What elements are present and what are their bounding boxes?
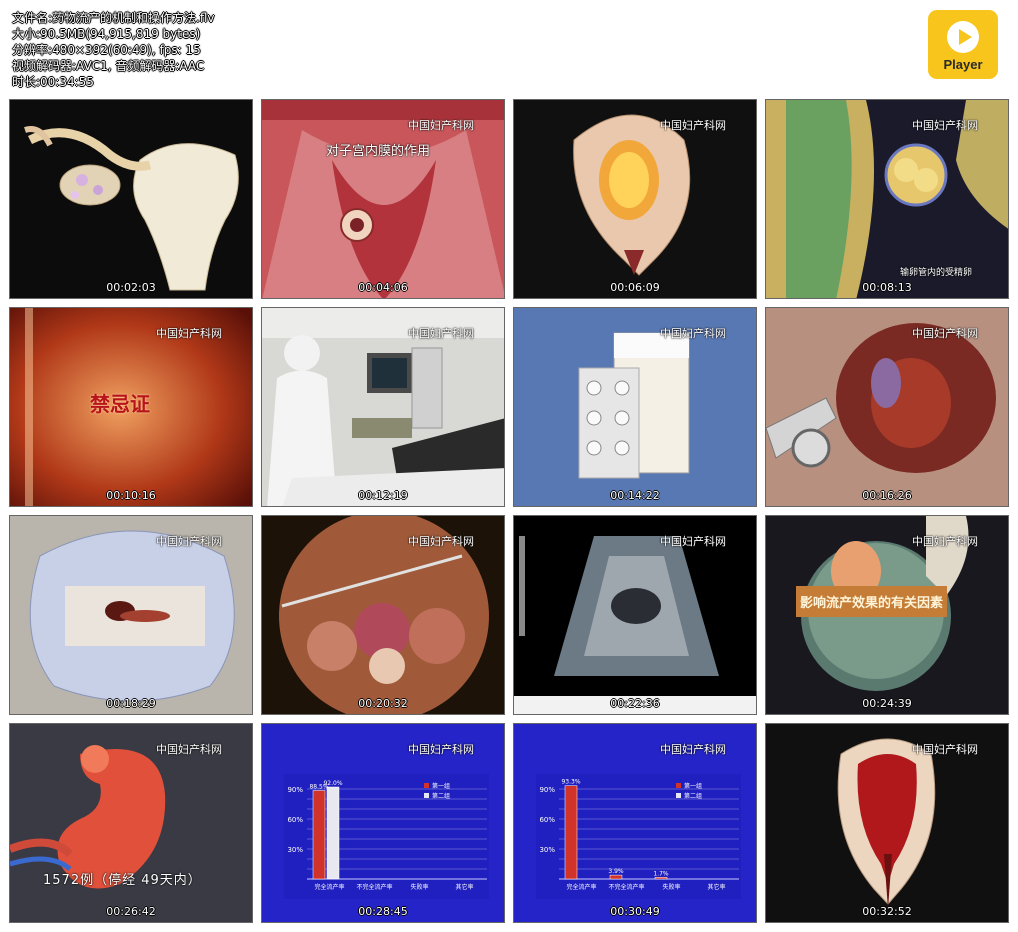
- legend-label: 第二组: [432, 792, 450, 800]
- x-category-label: 不完全流产率: [356, 883, 392, 891]
- file-size-text: 大小:90.5MB(94,915,819 bytes): [12, 27, 201, 41]
- thumbnail-11[interactable]: 中国妇产科网 00:22:36: [513, 515, 757, 715]
- legend-swatch: [676, 783, 681, 788]
- thumbnail-9[interactable]: 中国妇产科网 00:18:29: [9, 515, 253, 715]
- frame-caption: 1572例（停经 49天内）: [43, 873, 202, 888]
- thumbnail-timestamp: 00:24:39: [862, 697, 912, 710]
- watermark: 中国妇产科网: [660, 327, 726, 340]
- x-category-label: 完全流产率: [314, 883, 344, 891]
- thumbnail-13[interactable]: 中国妇产科网 1572例（停经 49天内） 00:26:42: [9, 723, 253, 923]
- thumbnail-timestamp: 00:06:09: [610, 281, 660, 294]
- chart-bar: [312, 790, 326, 880]
- watermark: 中国妇产科网: [156, 535, 222, 548]
- watermark: 中国妇产科网: [660, 743, 726, 756]
- x-category-label: 不完全流产率: [608, 883, 644, 891]
- thumbnail-10[interactable]: 中国妇产科网 00:20:32: [261, 515, 505, 715]
- thumbnail-timestamp: 00:30:49: [610, 905, 660, 918]
- legend-label: 第一组: [684, 782, 702, 790]
- file-name-text: 文件名:药物流产的机制和操作方法.flv: [12, 11, 215, 25]
- chart-bar: [609, 874, 623, 880]
- chart-bar: [326, 786, 340, 880]
- legend-swatch: [424, 783, 429, 788]
- bar-value-label: 1.7%: [653, 870, 669, 877]
- play-icon: [947, 21, 979, 53]
- thumbnail-15[interactable]: 90% 60% 30% 第一组第二组 93.3% 完全流产率 3.9% 不完全流产率 1.7% 失…: [513, 723, 757, 923]
- x-category-label: 其它率: [455, 883, 473, 891]
- x-category-label: 失败率: [410, 883, 428, 891]
- watermark: 中国妇产科网: [660, 119, 726, 132]
- thumbnail-7[interactable]: 中国妇产科网 00:14:22: [513, 307, 757, 507]
- chart-bar: [564, 785, 578, 880]
- watermark: 中国妇产科网: [912, 535, 978, 548]
- thumbnail-6[interactable]: 中国妇产科网 00:12:19: [261, 307, 505, 507]
- thumbnail-timestamp: 00:28:45: [358, 905, 408, 918]
- y-tick-label: 90%: [539, 786, 555, 794]
- thumbnail-12[interactable]: 中国妇产科网 影响流产效果的有关因素 00:24:39: [765, 515, 1009, 715]
- thumbnail-timestamp: 00:12:19: [358, 489, 408, 502]
- chart-bar: [654, 877, 668, 880]
- watermark: 中国妇产科网: [408, 327, 474, 340]
- thumbnail-timestamp: 00:02:03: [106, 281, 156, 294]
- thumbnail-timestamp: 00:04:06: [358, 281, 408, 294]
- thumbnail-timestamp: 00:10:16: [106, 489, 156, 502]
- watermark: 中国妇产科网: [408, 535, 474, 548]
- watermark: 中国妇产科网: [156, 327, 222, 340]
- watermark: 中国妇产科网: [912, 327, 978, 340]
- thumbnail-timestamp: 00:22:36: [610, 697, 660, 710]
- codec-text: 视频解码器:AVC1, 音频解码器:AAC: [12, 59, 205, 73]
- frame-caption: 影响流产效果的有关因素: [796, 586, 948, 617]
- x-category-label: 其它率: [707, 883, 725, 891]
- anatomy-illustration: [10, 100, 252, 298]
- thumbnail-2[interactable]: 中国妇产科网 对子宫内膜的作用 00:04:06: [261, 99, 505, 299]
- thumbnail-16[interactable]: 中国妇产科网 00:32:52: [765, 723, 1009, 923]
- watermark: 中国妇产科网: [408, 743, 474, 756]
- thumbnail-4[interactable]: 中国妇产科网 输卵管内的受精卵 00:08:13: [765, 99, 1009, 299]
- thumbnail-timestamp: 00:14:22: [610, 489, 660, 502]
- file-info-panel: 文件名:药物流产的机制和操作方法.flv 大小:90.5MB(94,915,81…: [12, 10, 215, 90]
- player-logo-label: Player: [943, 57, 983, 72]
- x-category-label: 完全流产率: [566, 883, 596, 891]
- watermark: 中国妇产科网: [156, 743, 222, 756]
- watermark: 中国妇产科网: [912, 743, 978, 756]
- legend-label: 第一组: [432, 782, 450, 790]
- frame-caption: 对子宫内膜的作用: [326, 144, 431, 159]
- thumbnail-timestamp: 00:26:42: [106, 905, 156, 918]
- frame-caption: 输卵管内的受精卵: [900, 268, 973, 278]
- thumbnail-14[interactable]: 90% 60% 30% 第一组 第二组 88.5% 92.0% 完全流产率 不完全流产率 失败率其…: [261, 723, 505, 923]
- legend-label: 第二组: [684, 792, 702, 800]
- y-tick-label: 30%: [539, 846, 555, 854]
- thumbnail-5[interactable]: 中国妇产科网 禁忌证 00:10:16: [9, 307, 253, 507]
- x-category-label: 失败率: [662, 883, 680, 891]
- thumbnail-1[interactable]: 00:02:03: [9, 99, 253, 299]
- watermark: 中国妇产科网: [660, 535, 726, 548]
- thumbnail-3[interactable]: 中国妇产科网 00:06:09: [513, 99, 757, 299]
- player-logo: Player: [928, 10, 998, 79]
- y-tick-label: 60%: [287, 816, 303, 824]
- thumbnail-timestamp: 00:18:29: [106, 697, 156, 710]
- bar-value-label: 93.3%: [561, 779, 580, 786]
- legend-swatch: [676, 793, 681, 798]
- duration-text: 时长:00:34:55: [12, 75, 94, 89]
- thumbnail-timestamp: 00:20:32: [358, 697, 408, 710]
- thumbnail-timestamp: 00:32:52: [862, 905, 912, 918]
- y-tick-label: 30%: [287, 846, 303, 854]
- thumbnail-timestamp: 00:16:26: [862, 489, 912, 502]
- bar-value-label: 92.0%: [323, 780, 342, 787]
- bar-value-label: 3.9%: [608, 868, 624, 875]
- legend-swatch: [424, 793, 429, 798]
- thumbnail-8[interactable]: 中国妇产科网 00:16:26: [765, 307, 1009, 507]
- thumbnail-timestamp: 00:08:13: [862, 281, 912, 294]
- y-tick-label: 90%: [287, 786, 303, 794]
- watermark: 中国妇产科网: [912, 119, 978, 132]
- resolution-text: 分辨率:480×392(60:49), fps: 15: [12, 43, 201, 57]
- watermark: 中国妇产科网: [408, 119, 474, 132]
- frame-caption: 禁忌证: [90, 392, 150, 416]
- y-tick-label: 60%: [539, 816, 555, 824]
